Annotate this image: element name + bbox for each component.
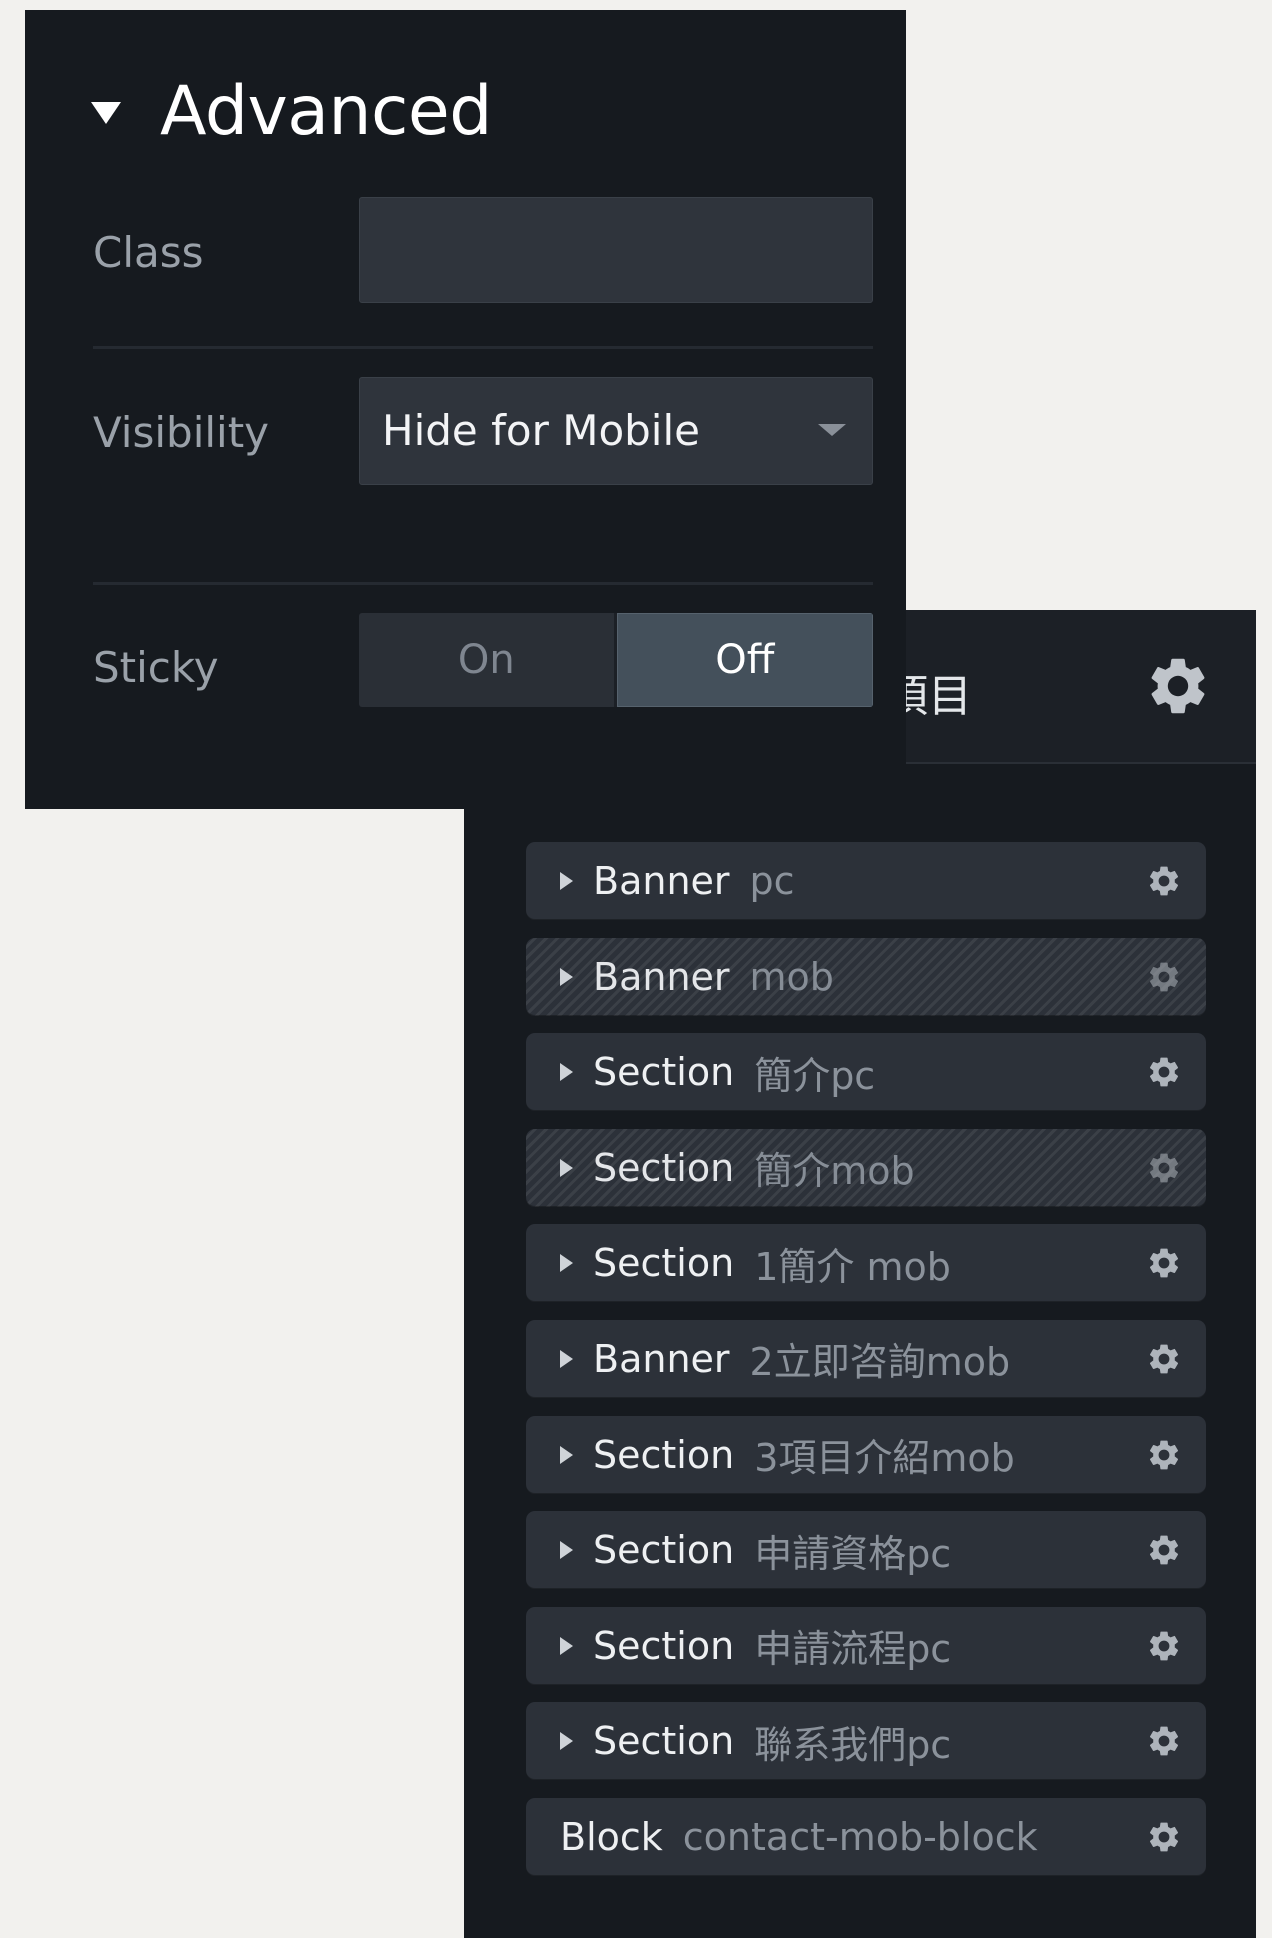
gear-icon[interactable] (1146, 1341, 1182, 1377)
sticky-toggle[interactable]: On Off (359, 613, 873, 707)
navigator-item[interactable]: Section 簡介pc (526, 1033, 1206, 1112)
navigator-item[interactable]: Section 1簡介 mob (526, 1224, 1206, 1303)
caret-right-icon[interactable] (560, 1349, 573, 1368)
class-label: Class (93, 228, 204, 277)
item-name: 申請資格pc (754, 1531, 952, 1576)
item-type: Section (593, 1145, 735, 1190)
advanced-panel: Advanced Class Visibility Hide for Mobil… (25, 10, 906, 809)
divider (93, 582, 873, 585)
item-name: 1簡介 mob (754, 1244, 951, 1289)
navigator-item[interactable]: Section 申請流程pc (526, 1606, 1206, 1685)
gear-icon[interactable] (1146, 1628, 1182, 1664)
item-name: 簡介pc (754, 1053, 876, 1098)
item-type: Section (593, 1241, 735, 1286)
item-type: Section (593, 1719, 735, 1764)
gear-icon[interactable] (1146, 1819, 1182, 1855)
gear-icon[interactable] (1144, 652, 1212, 720)
sticky-off-option[interactable]: Off (616, 613, 873, 707)
gear-icon[interactable] (1146, 1245, 1182, 1281)
item-name: 聯系我們pc (754, 1722, 952, 1767)
navigator-item[interactable]: Section 3項目介紹mob (526, 1415, 1206, 1494)
sticky-on-option[interactable]: On (359, 613, 617, 707)
item-name: 2立即咨詢mob (749, 1340, 1011, 1385)
item-type: Banner (593, 859, 730, 903)
gear-icon[interactable] (1146, 863, 1182, 899)
gear-icon[interactable] (1146, 1054, 1182, 1090)
navigator-item[interactable]: Block contact-mob-block (526, 1797, 1206, 1876)
gear-icon[interactable] (1146, 1532, 1182, 1568)
item-type: Banner (593, 1336, 730, 1381)
navigator-item[interactable]: Section 申請資格pc (526, 1511, 1206, 1590)
item-name: pc (749, 859, 795, 903)
item-name: 申請流程pc (754, 1627, 952, 1672)
caret-right-icon[interactable] (560, 1158, 573, 1177)
chevron-down-icon (818, 424, 846, 436)
gear-icon[interactable] (1146, 1723, 1182, 1759)
caret-right-icon[interactable] (560, 967, 573, 986)
sticky-label: Sticky (93, 643, 219, 692)
item-name: contact-mob-block (682, 1814, 1038, 1859)
item-type: Block (560, 1814, 663, 1859)
section-title[interactable]: Advanced (160, 72, 492, 151)
caret-right-icon[interactable] (560, 1541, 573, 1560)
navigator-panel: 項目 Banner pc Banner mob Section 簡介pc Section 簡介… (464, 610, 1256, 1938)
class-input[interactable] (359, 197, 873, 303)
navigator-item[interactable]: Section 簡介mob (526, 1128, 1206, 1207)
caret-right-icon[interactable] (560, 1063, 573, 1082)
item-type: Banner (593, 954, 730, 999)
caret-right-icon[interactable] (560, 872, 573, 890)
navigator-list: Banner pc Banner mob Section 簡介pc Section 簡介mob… (526, 842, 1206, 1894)
visibility-select[interactable]: Hide for Mobile (359, 377, 873, 485)
caret-down-icon[interactable] (91, 102, 121, 124)
caret-right-icon[interactable] (560, 1732, 573, 1751)
item-type: Section (593, 1050, 735, 1095)
item-name: 3項目介紹mob (754, 1436, 1015, 1481)
caret-right-icon[interactable] (560, 1254, 573, 1273)
visibility-label: Visibility (93, 408, 270, 457)
divider (93, 346, 873, 349)
item-name: mob (749, 954, 834, 999)
item-type: Section (593, 1528, 735, 1573)
item-name: 簡介mob (754, 1149, 915, 1194)
gear-icon[interactable] (1146, 1437, 1182, 1473)
gear-icon[interactable] (1146, 959, 1182, 995)
item-type: Section (593, 1623, 735, 1668)
navigator-item[interactable]: Banner 2立即咨詢mob (526, 1319, 1206, 1398)
navigator-item[interactable]: Banner mob (526, 937, 1206, 1016)
visibility-value: Hide for Mobile (382, 406, 700, 455)
navigator-item[interactable]: Section 聯系我們pc (526, 1702, 1206, 1781)
gear-icon[interactable] (1146, 1150, 1182, 1186)
caret-right-icon[interactable] (560, 1445, 573, 1464)
navigator-item[interactable]: Banner pc (526, 842, 1206, 920)
item-type: Section (593, 1432, 735, 1477)
caret-right-icon[interactable] (560, 1636, 573, 1655)
